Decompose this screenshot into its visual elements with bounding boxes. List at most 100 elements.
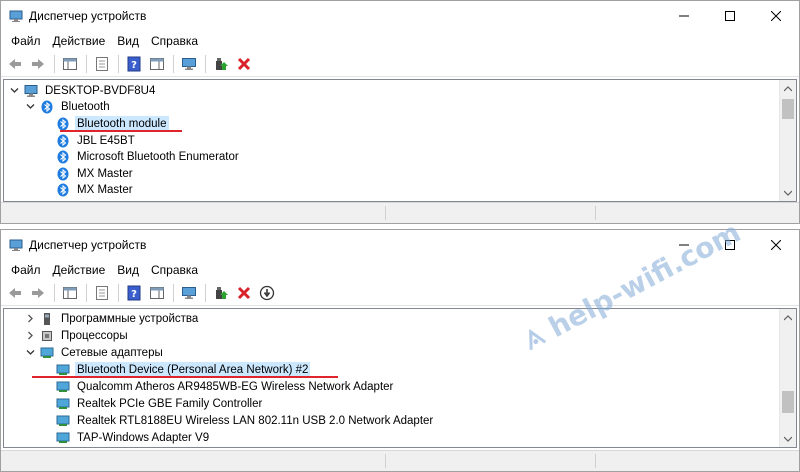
device-manager-window-1: Диспетчер устройств Файл Действие Вид Сп… — [0, 0, 800, 224]
menu-view[interactable]: Вид — [111, 31, 145, 51]
device-tree[interactable]: DESKTOP-BVDF8U4 Bluetooth Bluetooth modu… — [3, 79, 797, 202]
forward-button[interactable] — [28, 283, 48, 303]
menu-help[interactable]: Справка — [145, 260, 204, 280]
toolbar-separator — [54, 283, 55, 302]
toolbar-separator — [86, 283, 87, 302]
bluetooth-icon — [56, 117, 70, 131]
tree-item-label: Qualcomm Atheros AR9485WB-EG Wireless Ne… — [77, 380, 394, 393]
toolbar-separator — [205, 283, 206, 302]
toolbar-separator — [54, 54, 55, 73]
tree-item-label: Программные устройства — [61, 312, 199, 325]
menu-help[interactable]: Справка — [145, 31, 204, 51]
vertical-scrollbar[interactable] — [779, 309, 796, 447]
help-button[interactable]: ? — [124, 283, 144, 303]
chevron-right-icon[interactable] — [24, 313, 36, 325]
help-button[interactable]: ? — [124, 54, 144, 74]
tree-item-label: Realtek RTL8188EU Wireless LAN 802.11n U… — [77, 414, 434, 427]
tree-item-computer[interactable]: DESKTOP-BVDF8U4 — [8, 82, 157, 99]
menu-bar: Файл Действие Вид Справка — [1, 31, 799, 51]
vertical-scrollbar[interactable] — [779, 80, 796, 201]
properties-button[interactable] — [92, 54, 112, 74]
toolbar: ? — [1, 280, 799, 306]
minimize-button[interactable] — [661, 1, 707, 31]
scan-hardware-button[interactable] — [179, 283, 199, 303]
update-driver-button[interactable] — [211, 283, 231, 303]
chevron-right-icon[interactable] — [24, 330, 36, 342]
tree-item-label: Realtek PCIe GBE Family Controller — [77, 397, 263, 410]
tree-item-qualcomm[interactable]: Qualcomm Atheros AR9485WB-EG Wireless Ne… — [56, 378, 395, 395]
processor-icon — [40, 329, 54, 343]
toolbar-separator — [205, 54, 206, 73]
action-pane-button[interactable] — [147, 283, 167, 303]
status-bar — [1, 450, 799, 471]
action-pane-button[interactable] — [147, 54, 167, 74]
menu-view[interactable]: Вид — [111, 260, 145, 280]
device-tree[interactable]: Программные устройства Процессоры Сетевы… — [3, 308, 797, 448]
scroll-down-button[interactable] — [780, 184, 796, 201]
menu-file[interactable]: Файл — [5, 31, 47, 51]
toolbar: ? — [1, 51, 799, 77]
update-driver-button[interactable] — [211, 54, 231, 74]
bluetooth-icon — [56, 167, 70, 181]
close-button[interactable] — [753, 230, 799, 260]
menu-action[interactable]: Действие — [47, 31, 112, 51]
tree-item-realtek-pcie[interactable]: Realtek PCIe GBE Family Controller — [56, 395, 264, 412]
network-adapter-icon — [56, 414, 70, 428]
device-manager-icon — [9, 9, 23, 23]
chevron-down-icon[interactable] — [24, 101, 36, 113]
show-hide-console-tree-button[interactable] — [60, 283, 80, 303]
status-divider — [385, 454, 386, 468]
svg-text:?: ? — [131, 60, 137, 71]
tree-item-tap-windows[interactable]: TAP-Windows Adapter V9 — [56, 429, 211, 446]
tree-item-network-adapters-category[interactable]: Сетевые адаптеры — [24, 344, 165, 361]
tree-item-label: Сетевые адаптеры — [61, 346, 163, 359]
close-button[interactable] — [753, 1, 799, 31]
toolbar-separator — [173, 283, 174, 302]
status-divider — [595, 454, 596, 468]
maximize-button[interactable] — [707, 1, 753, 31]
scroll-thumb[interactable] — [782, 391, 794, 413]
properties-button[interactable] — [92, 283, 112, 303]
menu-action[interactable]: Действие — [47, 260, 112, 280]
tree-item-mx-master-1[interactable]: MX Master — [56, 165, 135, 182]
network-adapter-icon — [56, 363, 70, 377]
show-hide-console-tree-button[interactable] — [60, 54, 80, 74]
tree-item-label: Процессоры — [61, 329, 128, 342]
tree-item-jbl[interactable]: JBL E45BT — [56, 132, 137, 149]
bluetooth-icon — [40, 100, 54, 114]
forward-button[interactable] — [28, 54, 48, 74]
computer-icon — [24, 84, 38, 98]
uninstall-device-button[interactable] — [234, 283, 254, 303]
tree-item-label: Bluetooth — [61, 100, 110, 113]
back-button[interactable] — [5, 54, 25, 74]
bluetooth-icon — [56, 150, 70, 164]
title-bar[interactable]: Диспетчер устройств — [1, 1, 799, 31]
scroll-up-button[interactable] — [780, 309, 796, 326]
network-adapter-icon — [56, 397, 70, 411]
chevron-down-icon[interactable] — [24, 347, 36, 359]
software-device-icon — [40, 312, 54, 326]
tree-item-bluetooth-category[interactable]: Bluetooth — [24, 98, 112, 115]
bluetooth-icon — [56, 134, 70, 148]
tree-item-label: DESKTOP-BVDF8U4 — [45, 84, 156, 97]
scroll-up-button[interactable] — [780, 80, 796, 97]
network-adapter-icon — [56, 380, 70, 394]
disable-device-button[interactable] — [257, 283, 277, 303]
menu-file[interactable]: Файл — [5, 260, 47, 280]
network-adapter-icon — [40, 346, 54, 360]
tree-item-software-devices[interactable]: Программные устройства — [24, 310, 200, 327]
bluetooth-icon — [56, 183, 70, 197]
tree-item-realtek-usb[interactable]: Realtek RTL8188EU Wireless LAN 802.11n U… — [56, 412, 435, 429]
tree-item-processors[interactable]: Процессоры — [24, 327, 130, 344]
scroll-down-button[interactable] — [780, 430, 796, 447]
scroll-thumb[interactable] — [782, 99, 794, 119]
toolbar-separator — [118, 54, 119, 73]
chevron-down-icon[interactable] — [8, 85, 20, 97]
scan-hardware-button[interactable] — [179, 54, 199, 74]
uninstall-device-button[interactable] — [234, 54, 254, 74]
tree-item-ms-enumerator[interactable]: Microsoft Bluetooth Enumerator — [56, 148, 241, 165]
status-divider — [385, 206, 386, 220]
back-button[interactable] — [5, 283, 25, 303]
tree-item-label: Microsoft Bluetooth Enumerator — [77, 150, 239, 163]
tree-item-mx-master-2[interactable]: MX Master — [56, 181, 135, 198]
